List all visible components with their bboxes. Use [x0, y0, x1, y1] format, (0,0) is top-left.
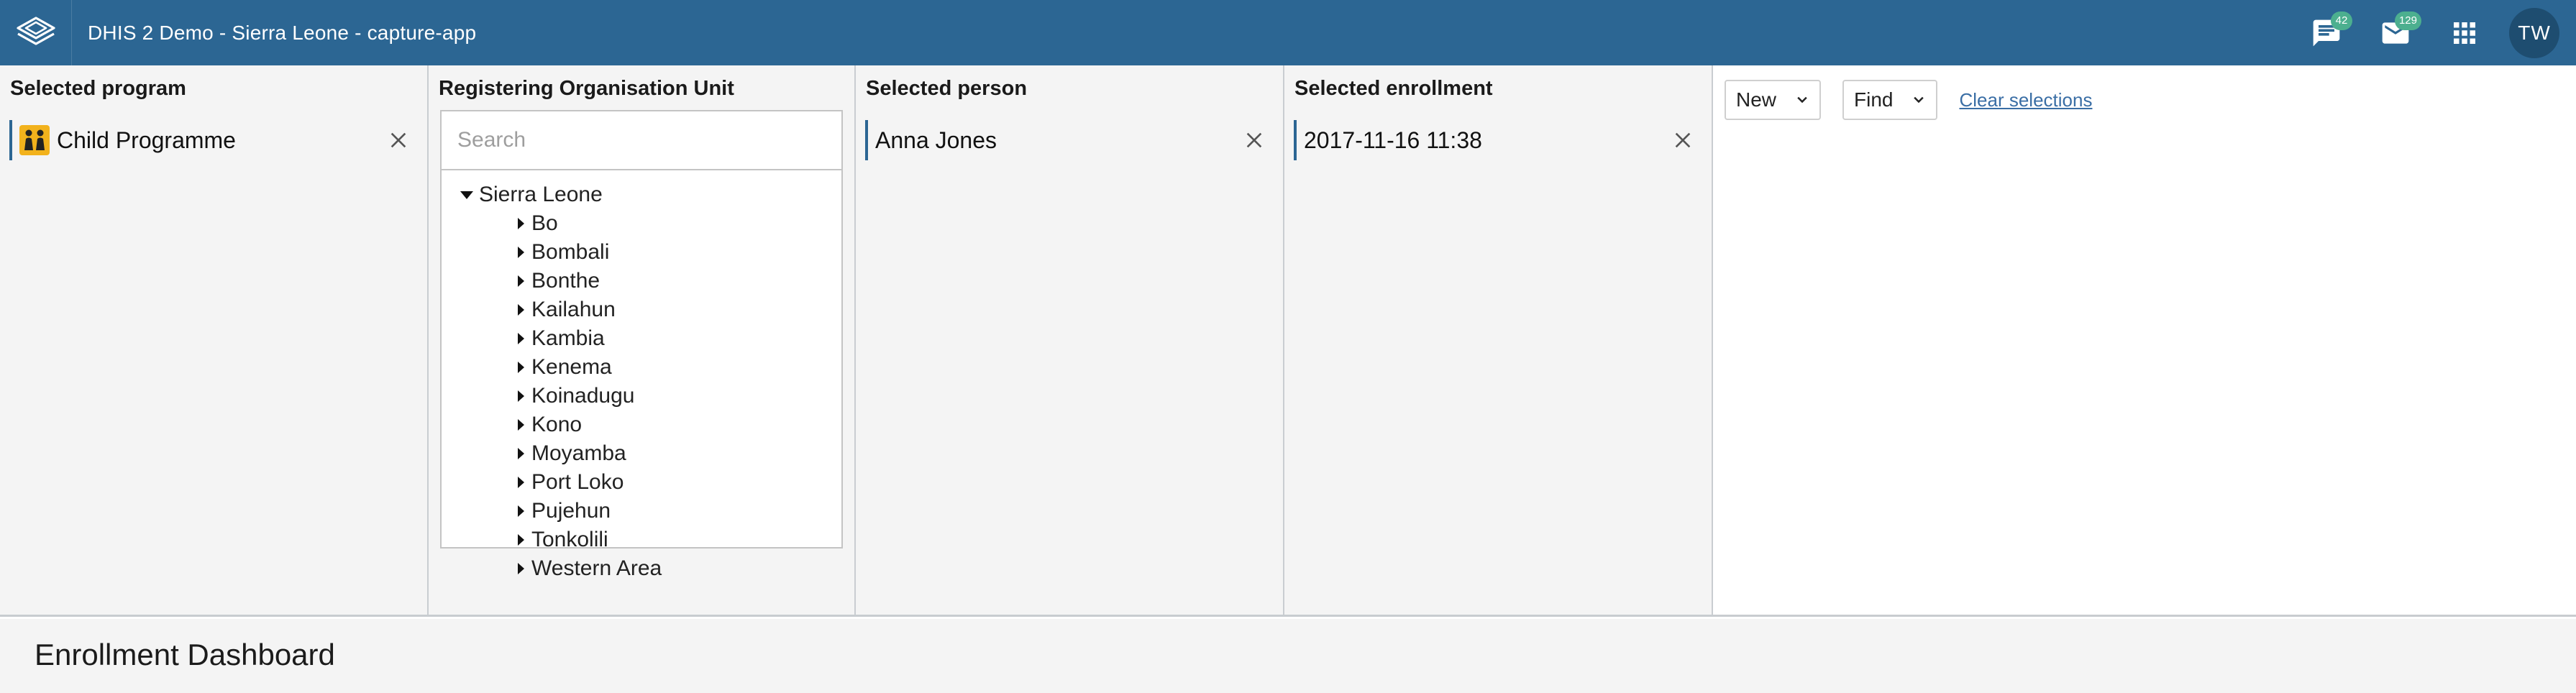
tree-item-label[interactable]: Bo: [531, 211, 558, 236]
tree-root-item[interactable]: Sierra Leone: [442, 180, 662, 209]
tree-item-label[interactable]: Western Area: [531, 556, 662, 581]
actions-panel: New Find Clear selections: [1713, 65, 2576, 615]
caret-right-icon[interactable]: [518, 362, 524, 373]
tree-item[interactable]: Kenema: [442, 353, 662, 382]
tree-root-label[interactable]: Sierra Leone: [479, 183, 603, 207]
tree-item-label[interactable]: Pujehun: [531, 499, 611, 523]
find-dropdown-button[interactable]: Find: [1842, 80, 1938, 120]
caret-right-icon[interactable]: [518, 390, 524, 402]
app-title: DHIS 2 Demo - Sierra Leone - capture-app: [88, 21, 477, 44]
quick-selector: Selected program Child Programme Registe…: [0, 65, 2576, 617]
selected-person: Anna Jones: [865, 120, 1273, 160]
selected-program-name: Child Programme: [57, 127, 236, 153]
enrollment-dashboard-section: Enrollment Dashboard: [0, 619, 2576, 693]
tree-item-label[interactable]: Port Loko: [531, 470, 624, 495]
clear-enrollment-icon[interactable]: [1671, 129, 1694, 152]
orgunit-tree: Sierra Leone Bo Bombali Bonthe Kailahun …: [442, 180, 662, 583]
tree-item-label[interactable]: Kono: [531, 413, 582, 437]
tree-item[interactable]: Moyamba: [442, 439, 662, 468]
caret-right-icon[interactable]: [518, 333, 524, 344]
caret-right-icon[interactable]: [518, 247, 524, 258]
user-avatar[interactable]: TW: [2509, 7, 2559, 58]
find-button-label: Find: [1854, 88, 1894, 111]
selected-program: Child Programme: [9, 120, 417, 160]
new-dropdown-button[interactable]: New: [1725, 80, 1822, 120]
caret-right-icon[interactable]: [518, 505, 524, 517]
tree-item-label[interactable]: Tonkolili: [531, 528, 608, 552]
caret-right-icon[interactable]: [518, 218, 524, 229]
new-button-label: New: [1736, 88, 1777, 111]
enrollment-panel-title: Selected enrollment: [1294, 77, 1493, 100]
tree-item[interactable]: Tonkolili: [442, 526, 662, 554]
orgunit-search-input[interactable]: [442, 111, 841, 170]
header-bar: DHIS 2 Demo - Sierra Leone - capture-app…: [0, 0, 2576, 65]
messages-badge: 42: [2331, 11, 2352, 30]
tree-item-label[interactable]: Kenema: [531, 355, 612, 380]
tree-item-label[interactable]: Kambia: [531, 326, 605, 351]
tree-item[interactable]: Koinadugu: [442, 382, 662, 410]
messages-icon[interactable]: 42: [2309, 11, 2352, 50]
email-icon[interactable]: 129: [2378, 11, 2421, 50]
tree-item[interactable]: Kambia: [442, 324, 662, 353]
selected-person-name: Anna Jones: [875, 127, 997, 153]
tree-item[interactable]: Kono: [442, 410, 662, 439]
program-panel: Selected program Child Programme: [0, 65, 429, 615]
selected-enrollment: 2017-11-16 11:38: [1294, 120, 1702, 160]
caret-right-icon[interactable]: [518, 304, 524, 316]
apps-grid-icon[interactable]: [2447, 16, 2482, 50]
caret-right-icon[interactable]: [518, 419, 524, 431]
tree-item[interactable]: Kailahun: [442, 295, 662, 324]
tree-item[interactable]: Pujehun: [442, 497, 662, 526]
chevron-down-icon: [1914, 96, 1924, 104]
tree-item-label[interactable]: Bonthe: [531, 269, 600, 293]
page-title: Enrollment Dashboard: [35, 638, 335, 671]
tree-item[interactable]: Bombali: [442, 238, 662, 267]
caret-right-icon[interactable]: [518, 275, 524, 287]
enrollment-panel: Selected enrollment 2017-11-16 11:38: [1284, 65, 1713, 615]
tree-item[interactable]: Bonthe: [442, 267, 662, 295]
tree-item[interactable]: Bo: [442, 209, 662, 238]
clear-person-icon[interactable]: [1243, 129, 1266, 152]
selected-enrollment-date: 2017-11-16 11:38: [1304, 127, 1482, 153]
caret-right-icon[interactable]: [518, 563, 524, 574]
tree-item[interactable]: Port Loko: [442, 468, 662, 497]
orgunit-panel: Registering Organisation Unit Sierra Leo…: [429, 65, 856, 615]
chevron-down-icon: [1797, 96, 1807, 104]
clear-selections-link[interactable]: Clear selections: [1959, 89, 2092, 111]
tree-item[interactable]: Western Area: [442, 554, 662, 583]
person-panel-title: Selected person: [866, 77, 1028, 100]
tree-item-label[interactable]: Moyamba: [531, 441, 626, 466]
orgunit-panel-title: Registering Organisation Unit: [439, 77, 734, 100]
child-programme-icon: [19, 125, 50, 155]
mail-badge: 129: [2394, 11, 2421, 30]
clear-program-icon[interactable]: [387, 129, 410, 152]
caret-right-icon[interactable]: [518, 534, 524, 546]
caret-right-icon[interactable]: [518, 477, 524, 488]
tree-item-label[interactable]: Bombali: [531, 240, 609, 265]
caret-right-icon[interactable]: [518, 448, 524, 459]
tree-item-label[interactable]: Kailahun: [531, 298, 616, 322]
orgunit-tree-box: Sierra Leone Bo Bombali Bonthe Kailahun …: [440, 110, 843, 580]
dhis2-logo-icon[interactable]: [0, 0, 72, 65]
person-panel: Selected person Anna Jones: [856, 65, 1284, 615]
caret-down-icon[interactable]: [460, 191, 473, 199]
tree-item-label[interactable]: Koinadugu: [531, 384, 634, 408]
program-panel-title: Selected program: [10, 77, 186, 100]
